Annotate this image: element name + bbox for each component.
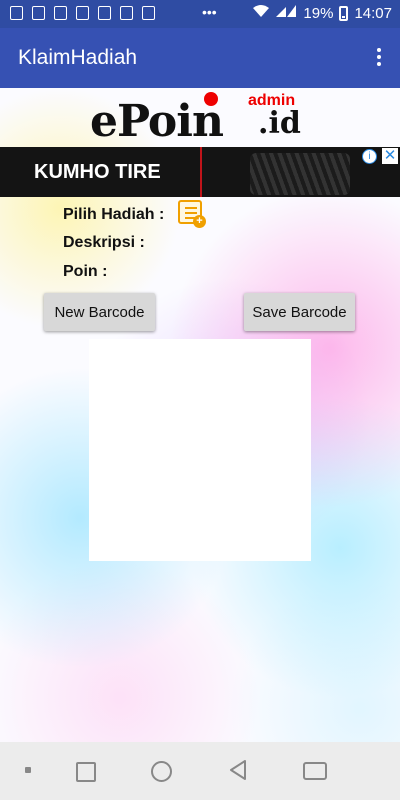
logo-main-text: ePoin [90, 96, 224, 147]
content-area: ePoin admin .id KUMHO TIRE i ✕ Pilih Had… [0, 88, 400, 742]
recents-icon[interactable] [76, 762, 96, 782]
logo-domain-text: .id [258, 106, 301, 141]
ad-text: KUMHO TIRE [34, 161, 161, 183]
epoin-logo: ePoin admin .id [90, 90, 320, 147]
ad-banner[interactable]: KUMHO TIRE i ✕ [0, 147, 400, 197]
notification-icon [98, 6, 111, 20]
save-barcode-button[interactable]: Save Barcode [244, 293, 355, 331]
pick-reward-icon[interactable]: + [178, 200, 206, 228]
overflow-menu-icon[interactable] [376, 48, 382, 68]
wifi-icon [253, 4, 270, 22]
poin-label: Poin : [63, 263, 108, 280]
battery-text: 19% [303, 4, 334, 22]
notification-icon [76, 6, 89, 20]
deskripsi-label: Deskripsi : [63, 234, 145, 251]
status-bar: ••• 19% 14:07 [0, 0, 400, 28]
navigation-bar [0, 742, 400, 800]
signal-icon [275, 4, 297, 22]
ad-info-icon[interactable]: i [362, 149, 377, 164]
app-title: KlaimHadiah [18, 46, 138, 69]
app-bar: KlaimHadiah [0, 28, 400, 88]
new-barcode-button[interactable]: New Barcode [44, 293, 155, 331]
clock: 14:07 [354, 4, 392, 22]
battery-icon [339, 5, 349, 21]
logo-dot [204, 92, 218, 106]
nav-dot-icon[interactable] [25, 767, 31, 773]
switch-app-icon[interactable] [303, 762, 327, 780]
notification-icon [120, 6, 133, 20]
ad-close-icon[interactable]: ✕ [382, 148, 398, 164]
tire-image [250, 153, 350, 195]
notification-icon [142, 6, 155, 20]
notification-icons [10, 6, 155, 20]
more-notifications-icon: ••• [202, 4, 217, 20]
ad-divider [200, 147, 202, 197]
pilih-hadiah-label: Pilih Hadiah : [63, 206, 165, 223]
barcode-image [89, 339, 311, 561]
notification-icon [32, 6, 45, 20]
notification-icon [10, 6, 23, 20]
notification-icon [54, 6, 67, 20]
status-right: 19% 14:07 [253, 4, 392, 22]
home-icon[interactable] [151, 761, 172, 782]
back-icon[interactable] [228, 759, 248, 786]
